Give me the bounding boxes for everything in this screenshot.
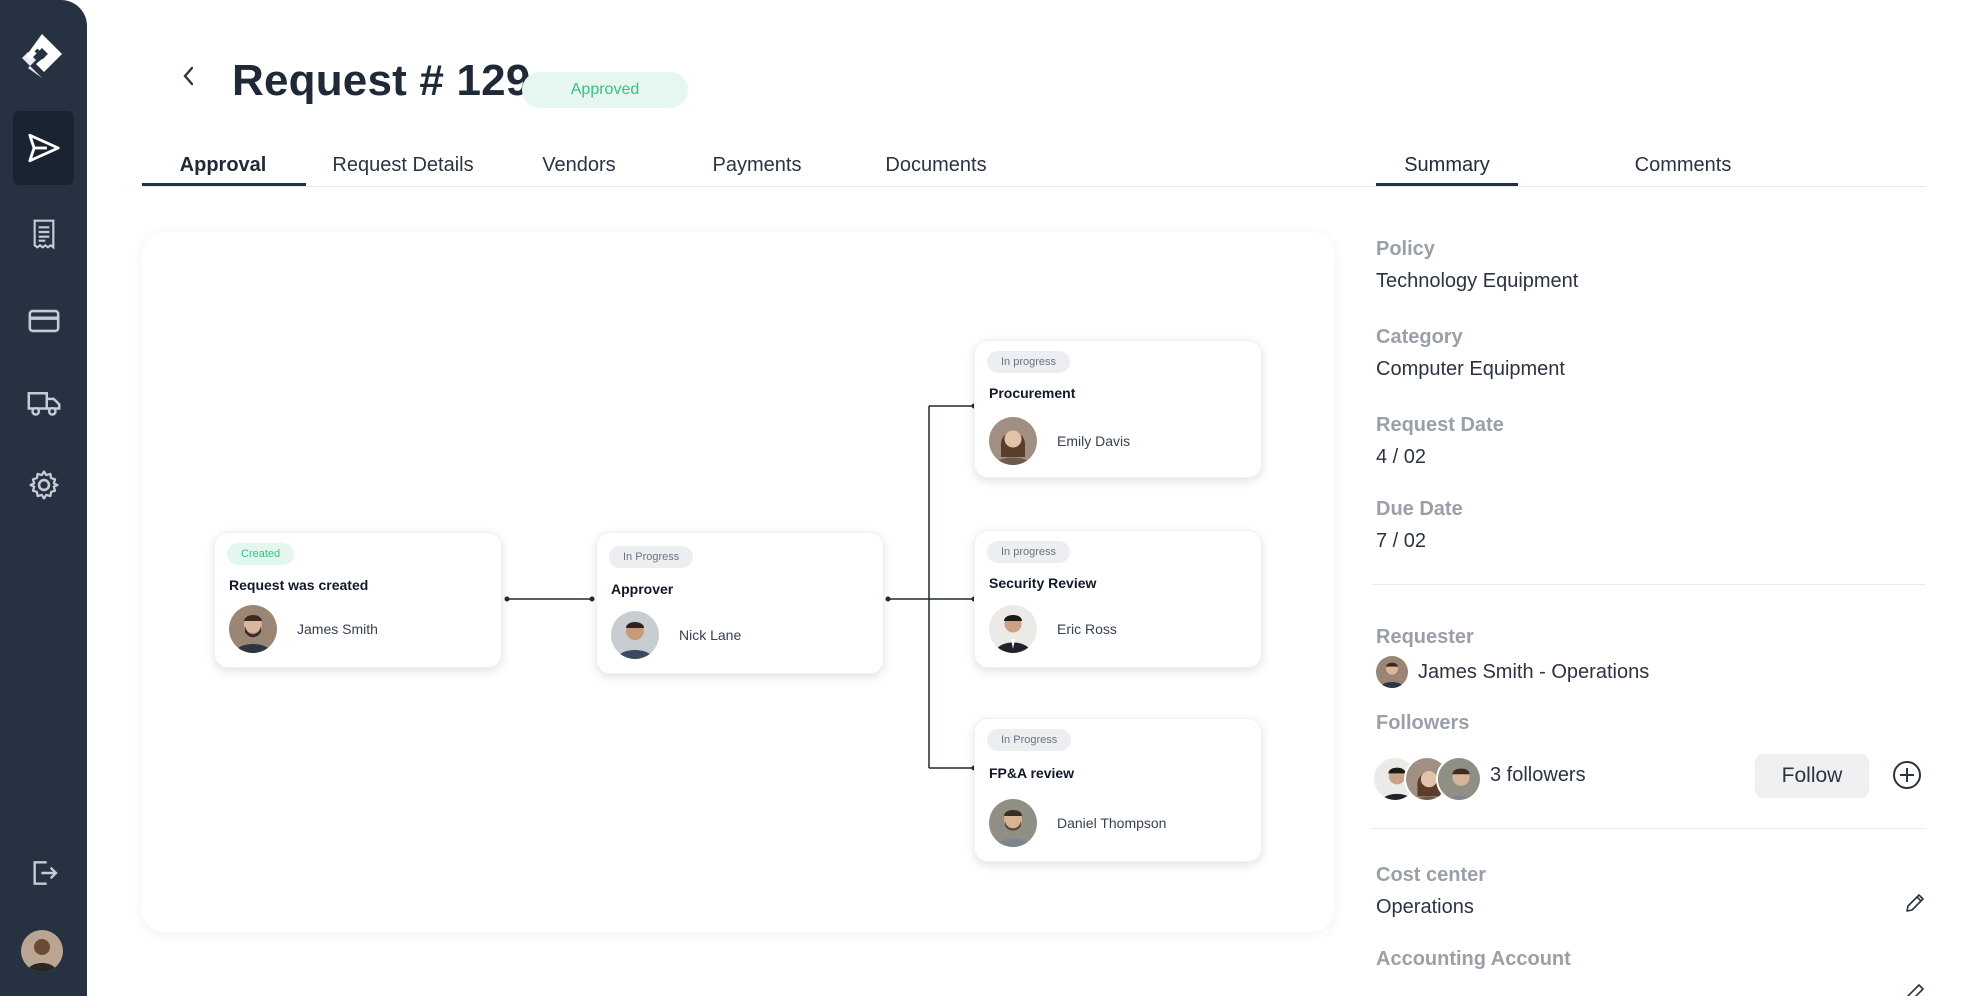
request-date-label: Request Date bbox=[1376, 414, 1504, 436]
requester-label: Requester bbox=[1376, 626, 1474, 648]
status-badge: In Progress bbox=[987, 729, 1072, 751]
request-date-value: 4 / 02 bbox=[1376, 446, 1427, 468]
flow-card-title: Request was created bbox=[229, 577, 369, 593]
sidebar bbox=[0, 0, 87, 996]
requester-value: James Smith - Operations bbox=[1418, 660, 1650, 683]
sidebar-item-invoices[interactable] bbox=[13, 197, 74, 271]
tab-payments[interactable]: Payments bbox=[694, 154, 820, 188]
avatar bbox=[1436, 756, 1482, 802]
avatar bbox=[989, 799, 1037, 847]
user-avatar[interactable] bbox=[21, 930, 63, 972]
avatar bbox=[1376, 656, 1408, 688]
send-icon bbox=[27, 133, 60, 163]
person-name: Eric Ross bbox=[1057, 621, 1117, 637]
person-name: Daniel Thompson bbox=[1057, 815, 1167, 831]
sidebar-item-settings[interactable] bbox=[13, 448, 74, 522]
section-divider bbox=[1372, 828, 1926, 829]
flow-card-title: Security Review bbox=[989, 575, 1097, 591]
flow-card-security-review[interactable]: In progress Security Review Eric Ross bbox=[974, 530, 1262, 668]
person-name: Emily Davis bbox=[1057, 433, 1131, 449]
status-badge: In progress bbox=[987, 351, 1071, 373]
flow-card-person: Eric Ross bbox=[989, 605, 1117, 653]
app-logo-icon[interactable] bbox=[14, 28, 70, 84]
receipt-icon bbox=[33, 219, 54, 250]
card-icon bbox=[28, 309, 59, 333]
logout-icon bbox=[32, 861, 58, 885]
due-date-label: Due Date bbox=[1376, 498, 1463, 520]
flow-card-fpa-review[interactable]: In Progress FP&A review Daniel Thompson bbox=[974, 718, 1262, 862]
tab-request-details[interactable]: Request Details bbox=[318, 154, 488, 188]
status-badge: In Progress bbox=[609, 546, 694, 568]
edit-accounting-button[interactable] bbox=[1904, 982, 1926, 996]
followers-avatars[interactable] bbox=[1372, 756, 1482, 804]
sidebar-item-logout[interactable] bbox=[13, 836, 74, 910]
person-name: Nick Lane bbox=[679, 627, 742, 643]
back-button[interactable] bbox=[176, 62, 200, 90]
cost-center-value: Operations bbox=[1376, 896, 1474, 918]
followers-count[interactable]: 3 followers bbox=[1490, 764, 1586, 787]
tab-active-indicator bbox=[142, 183, 306, 186]
due-date-value: 7 / 02 bbox=[1376, 530, 1427, 552]
avatar bbox=[989, 417, 1037, 465]
followers-label: Followers bbox=[1376, 712, 1470, 734]
flow-card-procurement[interactable]: In progress Procurement Emily Davis bbox=[974, 340, 1262, 478]
gear-icon bbox=[28, 470, 59, 500]
flow-card-person: Daniel Thompson bbox=[989, 799, 1166, 847]
flow-card-title: Approver bbox=[611, 581, 674, 597]
status-badge: Created bbox=[227, 543, 295, 565]
category-label: Category bbox=[1376, 326, 1463, 348]
policy-value: Technology Equipment bbox=[1376, 270, 1579, 292]
requester: James Smith - Operations bbox=[1376, 656, 1649, 688]
avatar bbox=[989, 605, 1037, 653]
truck-icon bbox=[27, 392, 60, 416]
sidebar-item-cards[interactable] bbox=[13, 284, 74, 358]
flow-card-approver[interactable]: In Progress Approver Nick Lane bbox=[596, 532, 884, 674]
flow-card-title: Procurement bbox=[989, 385, 1076, 401]
flow-card-person: Nick Lane bbox=[611, 611, 741, 659]
approval-flow-canvas: Created Request was created James Smith … bbox=[142, 232, 1334, 932]
tab-comments[interactable]: Comments bbox=[1610, 154, 1756, 188]
flow-card-person: James Smith bbox=[229, 605, 378, 653]
tab-documents[interactable]: Documents bbox=[868, 154, 1004, 188]
avatar bbox=[611, 611, 659, 659]
add-follower-button[interactable] bbox=[1892, 760, 1922, 790]
follow-button[interactable]: Follow bbox=[1755, 754, 1869, 798]
status-badge: In progress bbox=[987, 541, 1071, 563]
section-divider bbox=[1372, 584, 1926, 585]
plus-circle-icon bbox=[1893, 761, 1921, 789]
avatar bbox=[229, 605, 277, 653]
flow-card-title: FP&A review bbox=[989, 765, 1075, 781]
cost-center-label: Cost center bbox=[1376, 864, 1487, 886]
policy-label: Policy bbox=[1376, 238, 1435, 260]
page-title: Request # 129 bbox=[232, 56, 531, 105]
edit-cost-center-button[interactable] bbox=[1904, 892, 1926, 914]
pencil-icon bbox=[1906, 894, 1924, 912]
side-tab-active-indicator bbox=[1376, 183, 1518, 186]
category-value: Computer Equipment bbox=[1376, 358, 1565, 380]
chevron-left-icon bbox=[183, 66, 194, 86]
flow-card-person: Emily Davis bbox=[989, 417, 1130, 465]
sidebar-item-requests[interactable] bbox=[13, 111, 74, 185]
person-name: James Smith bbox=[297, 621, 378, 637]
tab-vendors[interactable]: Vendors bbox=[520, 154, 638, 188]
pencil-icon bbox=[1907, 984, 1924, 996]
accounting-account-label: Accounting Account bbox=[1376, 948, 1571, 970]
status-badge: Approved bbox=[522, 72, 688, 108]
sidebar-item-vendors[interactable] bbox=[13, 366, 74, 440]
flow-card-created[interactable]: Created Request was created James Smith bbox=[214, 532, 502, 668]
